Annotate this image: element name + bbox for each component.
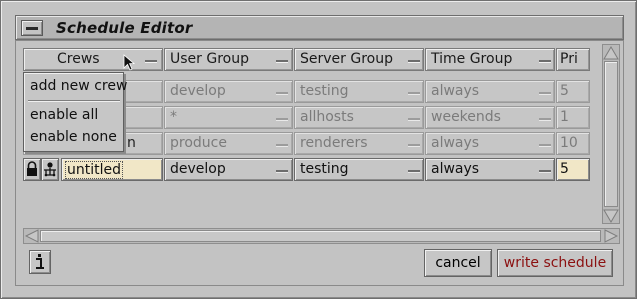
schedule-editor-window: Schedule Editor Crews User Group Server … bbox=[0, 0, 637, 299]
menu-item-enable-none[interactable]: enable none bbox=[30, 129, 117, 145]
column-header-label: Server Group bbox=[300, 51, 393, 67]
user-group-cell[interactable]: produce bbox=[164, 132, 293, 155]
menu-item-enable-all[interactable]: enable all bbox=[30, 107, 98, 123]
column-header-server-group[interactable]: Server Group bbox=[294, 48, 424, 71]
mouse-pointer-icon bbox=[123, 54, 136, 71]
lock-icon bbox=[27, 161, 37, 176]
option-menu-dash-icon bbox=[539, 170, 551, 172]
priority-cell[interactable]: 10 bbox=[556, 132, 590, 155]
horizontal-scrollbar[interactable] bbox=[23, 228, 620, 244]
chevron-down-icon[interactable] bbox=[603, 209, 619, 223]
chevron-right-icon[interactable] bbox=[604, 229, 618, 243]
column-header-label: Pri bbox=[560, 51, 578, 67]
column-header-crews[interactable]: Crews bbox=[23, 48, 163, 71]
column-header-time-group[interactable]: Time Group bbox=[425, 48, 555, 71]
column-header-pri[interactable]: Pri bbox=[556, 48, 590, 71]
option-menu-dash-icon bbox=[276, 60, 288, 62]
option-menu-dash-icon bbox=[408, 60, 420, 62]
cancel-button-label: cancel bbox=[435, 255, 481, 271]
priority-cell[interactable]: 1 bbox=[556, 106, 590, 129]
server-group-cell[interactable]: testing bbox=[294, 80, 424, 103]
priority-cell[interactable]: 5 bbox=[556, 80, 590, 103]
column-header-label: Time Group bbox=[431, 51, 513, 67]
option-menu-dash-icon bbox=[276, 170, 288, 172]
column-header-label: User Group bbox=[170, 51, 249, 67]
option-menu-dash-icon bbox=[276, 144, 288, 146]
option-menu-dash-icon bbox=[276, 118, 288, 120]
info-button[interactable] bbox=[29, 250, 51, 274]
chevron-up-icon[interactable] bbox=[603, 46, 619, 60]
crew-name-field[interactable]: untitled bbox=[61, 158, 163, 181]
option-menu-dash-icon bbox=[539, 60, 551, 62]
option-menu-dash-icon bbox=[539, 144, 551, 146]
crew-icon-toggle[interactable] bbox=[41, 158, 59, 181]
option-menu-dash-icon bbox=[539, 118, 551, 120]
priority-field[interactable]: 5 bbox=[556, 158, 590, 181]
write-schedule-button[interactable]: write schedule bbox=[497, 249, 613, 277]
option-menu-dash-icon bbox=[408, 170, 420, 172]
option-menu-dash-icon bbox=[145, 60, 157, 62]
horizontal-scroll-thumb[interactable] bbox=[40, 230, 601, 242]
user-group-cell[interactable]: develop bbox=[164, 158, 293, 181]
option-menu-dash-icon bbox=[408, 118, 420, 120]
menu-separator bbox=[28, 100, 120, 102]
time-group-cell[interactable]: always bbox=[425, 132, 555, 155]
option-menu-dash-icon bbox=[408, 92, 420, 94]
column-header-user-group[interactable]: User Group bbox=[164, 48, 293, 71]
user-group-cell[interactable]: develop bbox=[164, 80, 293, 103]
time-group-cell[interactable]: weekends bbox=[425, 106, 555, 129]
option-menu-dash-icon bbox=[276, 92, 288, 94]
write-schedule-button-label: write schedule bbox=[503, 255, 607, 271]
lock-toggle[interactable] bbox=[23, 158, 41, 181]
cancel-button[interactable]: cancel bbox=[424, 249, 492, 277]
title-bar[interactable]: Schedule Editor bbox=[15, 15, 624, 40]
vertical-scrollbar[interactable] bbox=[602, 44, 620, 224]
server-group-cell[interactable]: testing bbox=[294, 158, 424, 181]
info-icon bbox=[36, 254, 44, 269]
option-menu-dash-icon bbox=[539, 92, 551, 94]
chevron-left-icon[interactable] bbox=[25, 229, 39, 243]
column-header-label: Crews bbox=[57, 51, 100, 67]
vertical-scroll-thumb[interactable] bbox=[604, 61, 618, 207]
window-title: Schedule Editor bbox=[56, 19, 193, 37]
crew-icon bbox=[44, 162, 56, 177]
time-group-cell[interactable]: always bbox=[425, 80, 555, 103]
user-group-cell[interactable]: * bbox=[164, 106, 293, 129]
window-menu-icon[interactable] bbox=[21, 20, 43, 36]
server-group-cell[interactable]: allhosts bbox=[294, 106, 424, 129]
time-group-cell[interactable]: always bbox=[425, 158, 555, 181]
server-group-cell[interactable]: renderers bbox=[294, 132, 424, 155]
option-menu-dash-icon bbox=[408, 144, 420, 146]
menu-item-add-new-crew[interactable]: add new crew bbox=[30, 78, 127, 94]
crews-popup-menu: add new crew enable all enable none bbox=[23, 72, 127, 152]
